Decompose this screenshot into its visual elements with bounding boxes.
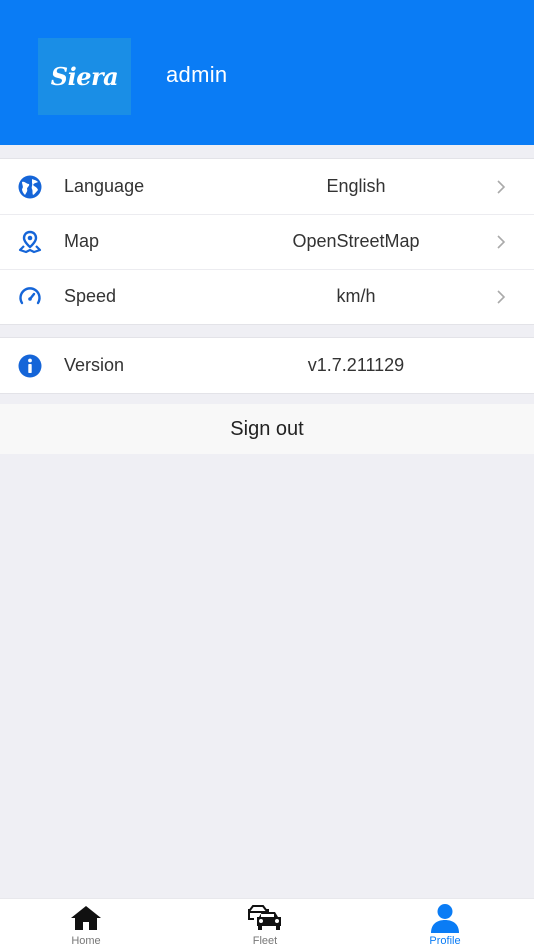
settings-group: Language English Map OpenStreetMap Speed… [0, 158, 534, 325]
chevron-right-icon [494, 232, 508, 252]
tab-profile[interactable]: Profile [405, 903, 485, 949]
map-setting-row[interactable]: Map OpenStreetMap [0, 214, 534, 269]
bottom-tab-bar: Home Fleet Profile [0, 898, 534, 950]
map-value: OpenStreetMap [292, 231, 420, 251]
tab-fleet-label: Fleet [252, 935, 278, 947]
version-row: Version v1.7.211129 [0, 338, 534, 393]
chevron-right-icon [494, 287, 508, 307]
language-setting-row[interactable]: Language English [0, 159, 534, 214]
logo-text: Siera [50, 62, 119, 91]
username: admin [166, 62, 228, 87]
speed-setting-row[interactable]: Speed km/h [0, 269, 534, 324]
siera-logo: Siera [38, 38, 131, 115]
speedometer-icon [17, 284, 43, 310]
version-label: Version [64, 355, 125, 375]
version-value: v1.7.211129 [307, 355, 405, 375]
tab-home-label: Home [71, 935, 101, 947]
tab-home[interactable]: Home [46, 903, 126, 949]
map-pin-icon [17, 229, 43, 255]
language-label: Language [64, 176, 145, 196]
speed-label: Speed [64, 286, 117, 306]
tab-profile-label: Profile [429, 935, 461, 947]
profile-icon [427, 903, 463, 933]
profile-header: Siera admin [0, 0, 534, 145]
speed-value: km/h [336, 286, 376, 306]
home-icon [68, 903, 104, 933]
globe-icon [17, 174, 43, 200]
sign-out-button[interactable]: Sign out [0, 404, 534, 454]
info-group: Version v1.7.211129 [0, 337, 534, 394]
map-label: Map [64, 231, 100, 251]
language-value: English [326, 176, 386, 196]
info-icon [17, 353, 43, 379]
fleet-icon [247, 903, 283, 933]
chevron-right-icon [494, 177, 508, 197]
tab-fleet[interactable]: Fleet [225, 903, 305, 949]
